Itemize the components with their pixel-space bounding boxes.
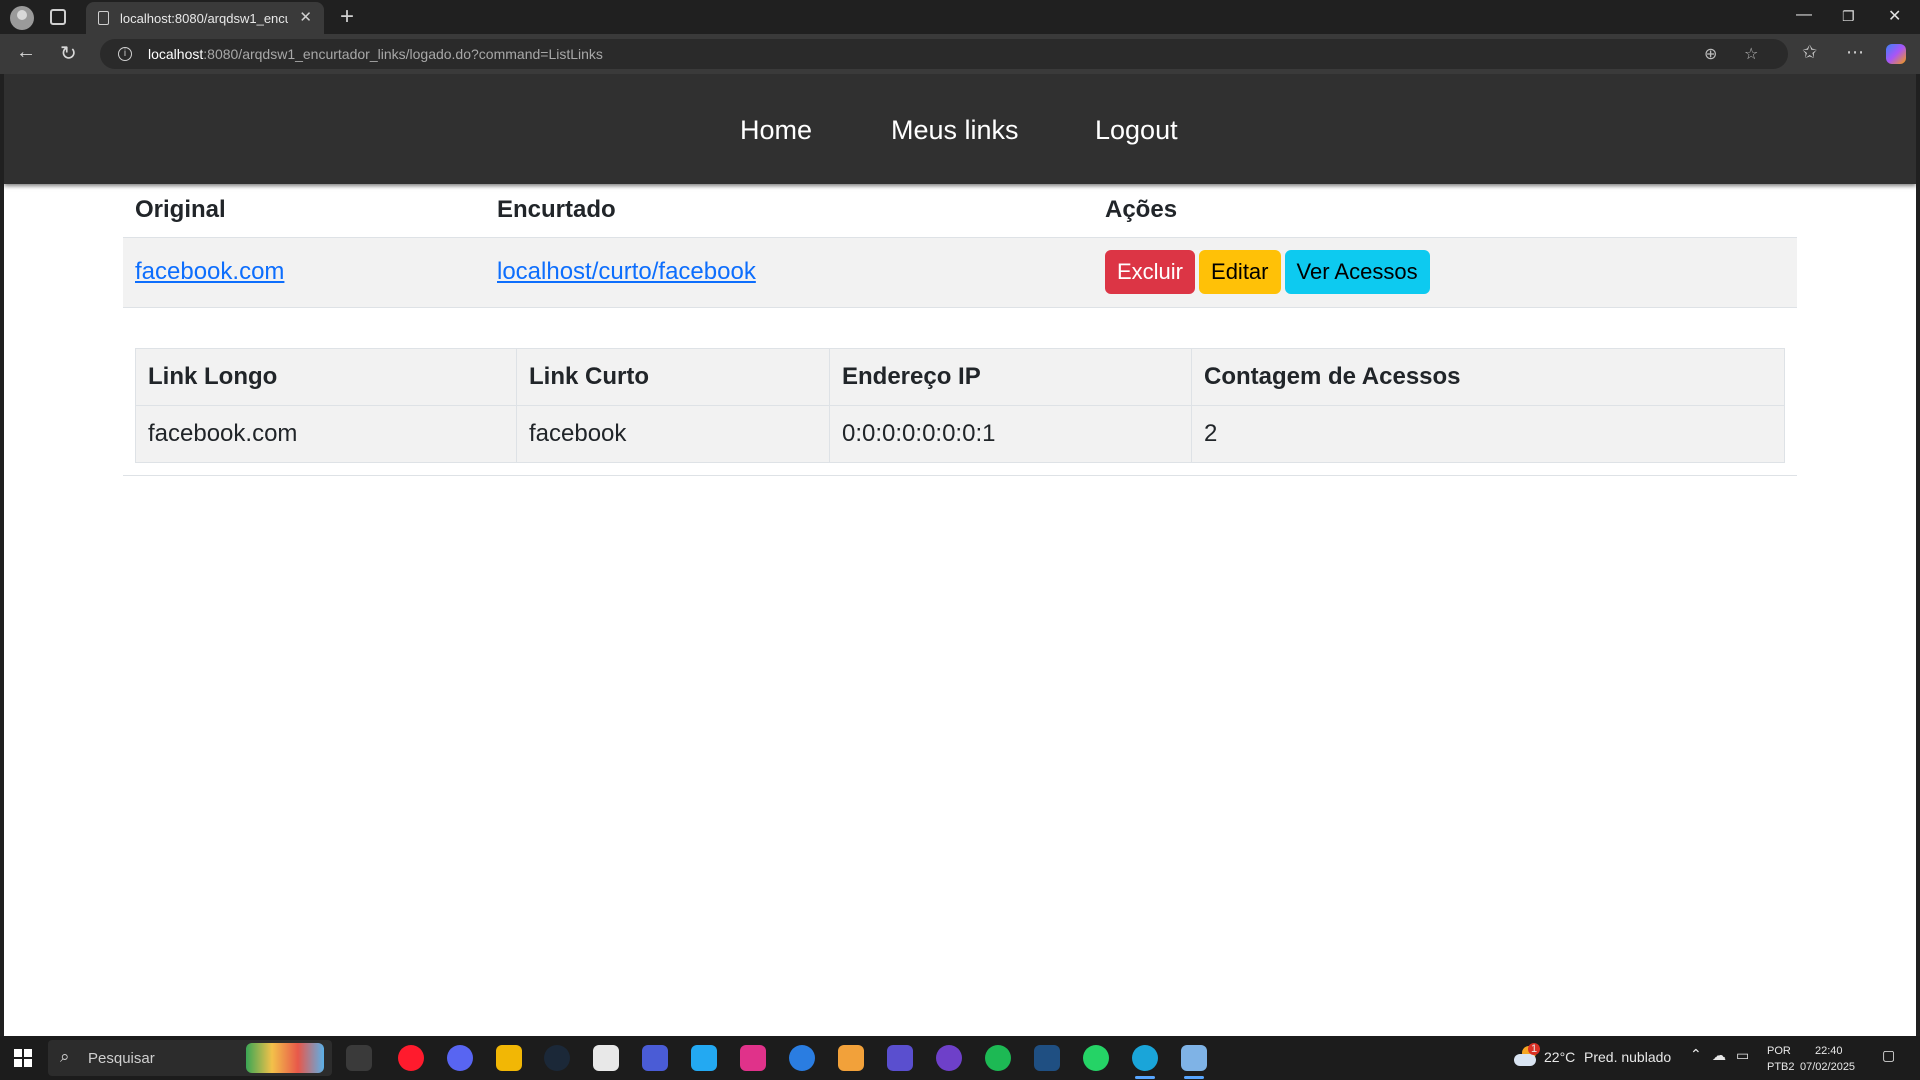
close-tab-icon[interactable]: ✕ bbox=[299, 8, 312, 26]
edit-button[interactable]: Editar bbox=[1199, 250, 1281, 294]
restore-icon[interactable]: ❐ bbox=[1842, 8, 1855, 25]
header-endereco-ip: Endereço IP bbox=[829, 348, 1192, 406]
search-placeholder: Pesquisar bbox=[88, 1050, 155, 1067]
links-table: Original Encurtado Ações facebook.com lo… bbox=[123, 184, 1797, 308]
access-table: Link Longo Link Curto Endereço IP Contag… bbox=[135, 348, 1785, 463]
page-icon bbox=[98, 11, 109, 25]
search-icon: ⌕ bbox=[60, 1047, 70, 1066]
header-original: Original bbox=[123, 184, 485, 238]
page-viewport: Home Meus links Logout Original Encurtad… bbox=[4, 74, 1916, 1036]
edge-icon[interactable] bbox=[1132, 1045, 1158, 1079]
file-explorer-icon[interactable] bbox=[496, 1045, 522, 1071]
weather-temperature[interactable]: 22°C bbox=[1544, 1049, 1575, 1065]
copilot-icon[interactable] bbox=[1886, 44, 1906, 64]
reload-icon[interactable]: ↻ bbox=[60, 41, 77, 66]
onedrive-icon[interactable]: ☁ bbox=[1712, 1047, 1726, 1064]
access-table-header: Link Longo Link Curto Endereço IP Contag… bbox=[135, 348, 1785, 406]
link-curto-cell: facebook bbox=[516, 405, 830, 463]
site-navbar: Home Meus links Logout bbox=[4, 74, 1916, 184]
taskbar-search[interactable]: ⌕ Pesquisar bbox=[48, 1040, 332, 1076]
table-row: facebook.com localhost/curto/facebook Ex… bbox=[123, 237, 1797, 308]
package-app-icon[interactable] bbox=[838, 1045, 864, 1071]
teams-icon[interactable] bbox=[642, 1045, 668, 1071]
language-bottom[interactable]: PTB2 bbox=[1767, 1061, 1795, 1073]
browser-tabstrip: localhost:8080/arqdsw1_encurtad ✕ + — ❐ … bbox=[0, 0, 1920, 34]
start-windows-icon[interactable] bbox=[14, 1049, 32, 1067]
discord-icon[interactable] bbox=[447, 1045, 473, 1071]
actions-cell: Excluir Editar Ver Acessos bbox=[1093, 237, 1797, 308]
task-view-icon[interactable] bbox=[346, 1045, 372, 1071]
nav-home-link[interactable]: Home bbox=[740, 115, 812, 146]
tab-actions-icon[interactable] bbox=[50, 9, 66, 25]
close-window-icon[interactable]: ✕ bbox=[1888, 6, 1901, 26]
intellij-icon[interactable] bbox=[740, 1045, 766, 1071]
link-longo-cell: facebook.com bbox=[135, 405, 517, 463]
network-icon[interactable]: ▭ bbox=[1736, 1047, 1749, 1064]
nav-meus-links-link[interactable]: Meus links bbox=[891, 115, 1019, 146]
browser-tab[interactable]: localhost:8080/arqdsw1_encurtad ✕ bbox=[86, 2, 324, 34]
show-hidden-icons-icon[interactable]: ⌃ bbox=[1690, 1046, 1702, 1063]
app-store-icon[interactable] bbox=[789, 1045, 815, 1071]
view-access-button[interactable]: Ver Acessos bbox=[1284, 250, 1430, 294]
original-cell: facebook.com bbox=[123, 237, 485, 308]
contagem-cell: 2 bbox=[1191, 405, 1785, 463]
tab-title: localhost:8080/arqdsw1_encurtad bbox=[120, 11, 288, 26]
paint-icon[interactable] bbox=[1181, 1045, 1207, 1079]
nav-logout-link[interactable]: Logout bbox=[1095, 115, 1178, 146]
more-options-icon[interactable]: ⋯ bbox=[1846, 42, 1864, 63]
windows-taskbar: ⌕ Pesquisar 1 22°C Pred. nublado ⌃ ☁ ▭ P… bbox=[0, 1036, 1920, 1080]
zoom-icon[interactable]: ⊕ bbox=[1704, 44, 1717, 64]
whatsapp-icon[interactable] bbox=[1083, 1045, 1109, 1071]
table-row: facebook.com facebook 0:0:0:0:0:0:0:1 2 bbox=[135, 405, 1785, 463]
clock-date[interactable]: 07/02/2025 bbox=[1800, 1061, 1855, 1073]
new-tab-icon[interactable]: + bbox=[340, 3, 354, 31]
encurtado-cell: localhost/curto/facebook bbox=[485, 237, 1093, 308]
weather-description[interactable]: Pred. nublado bbox=[1584, 1049, 1671, 1065]
eclipse-icon[interactable] bbox=[887, 1045, 913, 1071]
steam-icon[interactable] bbox=[544, 1045, 570, 1071]
profile-avatar-icon[interactable] bbox=[10, 6, 34, 30]
short-link[interactable]: localhost/curto/facebook bbox=[497, 258, 756, 285]
spotify-icon[interactable] bbox=[985, 1045, 1011, 1071]
vscode-icon[interactable] bbox=[691, 1045, 717, 1071]
opera-icon[interactable] bbox=[398, 1045, 424, 1071]
github-desktop-icon[interactable] bbox=[936, 1045, 962, 1071]
delete-button[interactable]: Excluir bbox=[1105, 250, 1196, 294]
header-acoes: Ações bbox=[1093, 184, 1797, 238]
clock-time[interactable]: 22:40 bbox=[1815, 1045, 1843, 1057]
header-link-curto: Link Curto bbox=[516, 348, 830, 406]
address-bar[interactable]: i localhost:8080/arqdsw1_encurtador_link… bbox=[100, 39, 1788, 69]
notifications-icon[interactable]: ▢ bbox=[1882, 1047, 1895, 1064]
links-table-header: Original Encurtado Ações bbox=[123, 184, 1797, 238]
site-info-icon[interactable]: i bbox=[118, 47, 132, 61]
header-contagem: Contagem de Acessos bbox=[1191, 348, 1785, 406]
url-text[interactable]: localhost:8080/arqdsw1_encurtador_links/… bbox=[148, 46, 603, 62]
language-top[interactable]: POR bbox=[1767, 1045, 1791, 1057]
header-encurtado: Encurtado bbox=[485, 184, 1093, 238]
favorites-icon[interactable]: ✩ bbox=[1802, 42, 1817, 63]
twitch-icon[interactable] bbox=[593, 1045, 619, 1071]
browser-toolbar: ← ↻ i localhost:8080/arqdsw1_encurtador_… bbox=[0, 34, 1920, 74]
ip-cell: 0:0:0:0:0:0:0:1 bbox=[829, 405, 1192, 463]
weather-badge: 1 bbox=[1528, 1043, 1541, 1055]
search-highlight-image bbox=[246, 1043, 324, 1073]
section-divider bbox=[123, 475, 1797, 476]
original-link[interactable]: facebook.com bbox=[135, 258, 284, 285]
favorite-star-icon[interactable]: ☆ bbox=[1744, 44, 1758, 64]
minimize-icon[interactable]: — bbox=[1796, 6, 1812, 24]
mysql-workbench-icon[interactable] bbox=[1034, 1045, 1060, 1071]
header-link-longo: Link Longo bbox=[135, 348, 517, 406]
back-icon[interactable]: ← bbox=[16, 41, 36, 64]
